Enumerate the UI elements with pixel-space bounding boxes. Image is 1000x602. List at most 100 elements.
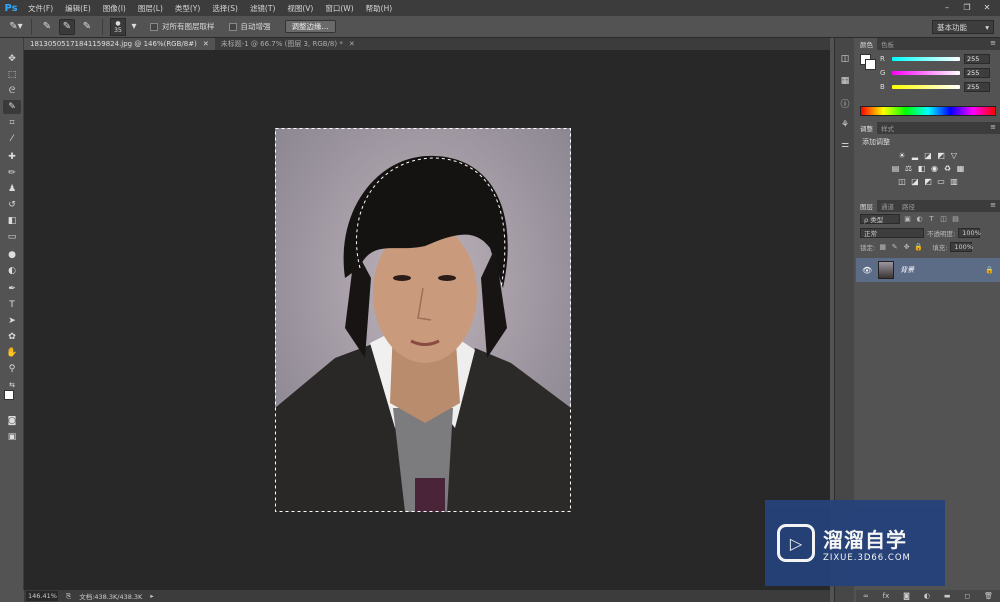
brush-panel-icon[interactable]: ⚘ <box>838 118 852 132</box>
b-value[interactable]: 255 <box>964 82 990 92</box>
photo-filter-icon[interactable]: ◉ <box>930 163 940 173</box>
fill-input[interactable]: 100% <box>950 242 973 252</box>
type-tool-icon[interactable]: T <box>3 298 21 312</box>
menu-type[interactable]: 类型(Y) <box>169 3 206 14</box>
eraser-tool-icon[interactable]: ◧ <box>3 214 21 228</box>
brush-picker[interactable]: ● 35 <box>110 17 126 36</box>
minimize-button[interactable]: – <box>938 1 956 13</box>
eye-icon[interactable]: 👁 <box>862 266 872 275</box>
new-layer-icon[interactable]: ◻ <box>964 592 970 600</box>
gradient-map-icon[interactable]: ▭ <box>936 176 946 186</box>
menu-image[interactable]: 图像(I) <box>97 3 132 14</box>
levels-icon[interactable]: ▂ <box>910 150 920 160</box>
tab-document-1[interactable]: 18130505171841159824.jpg @ 146%(RGB/8#) … <box>24 38 215 50</box>
tab-swatches[interactable]: 色板 <box>877 38 898 50</box>
g-slider-track[interactable] <box>892 71 960 75</box>
zoom-tool-icon[interactable]: ⚲ <box>3 362 21 376</box>
chevron-down-icon[interactable]: ▾ <box>130 19 138 35</box>
sample-all-layers-checkbox[interactable] <box>150 22 158 31</box>
posterize-icon[interactable]: ◪ <box>910 176 920 186</box>
blend-mode-select[interactable]: 正常 <box>860 228 924 238</box>
exposure-icon[interactable]: ◩ <box>936 150 946 160</box>
color-lookup-icon[interactable]: ▦ <box>956 163 966 173</box>
hue-saturation-icon[interactable]: ▤ <box>891 163 901 173</box>
fx-icon[interactable]: fx <box>883 592 890 600</box>
selective-color-icon[interactable]: ▥ <box>949 176 959 186</box>
adjustment-filter-icon[interactable]: ◐ <box>915 215 924 224</box>
brightness-icon[interactable]: ☀ <box>897 150 907 160</box>
panel-menu-icon[interactable]: ≡ <box>990 39 996 47</box>
tab-layers[interactable]: 图层 <box>856 200 877 212</box>
history-panel-icon[interactable]: ◫ <box>838 52 852 66</box>
document-image[interactable] <box>275 128 571 512</box>
threshold-icon[interactable]: ◩ <box>923 176 933 186</box>
slider-b[interactable]: B 255 <box>856 80 1000 94</box>
vibrance-icon[interactable]: ▽ <box>949 150 959 160</box>
lock-all-icon[interactable]: 🔒 <box>914 243 923 252</box>
history-brush-tool-icon[interactable]: ↺ <box>3 198 21 212</box>
invert-icon[interactable]: ◫ <box>897 176 907 186</box>
tool-presets-icon[interactable]: ⚌ <box>838 138 852 152</box>
restore-button[interactable]: ❐ <box>958 1 976 13</box>
menu-select[interactable]: 选择(S) <box>206 3 244 14</box>
clone-stamp-tool-icon[interactable]: ♟ <box>3 182 21 196</box>
b-slider-track[interactable] <box>892 85 960 89</box>
lock-position-icon[interactable]: ✥ <box>902 243 911 252</box>
type-filter-icon[interactable]: T <box>927 215 936 224</box>
sample-all-layers-option[interactable]: 对所有图层取样 <box>150 21 215 32</box>
quick-selection-tool-icon[interactable]: ✎ <box>3 100 21 114</box>
add-mask-icon[interactable]: ◙ <box>903 592 910 600</box>
link-layers-icon[interactable]: ∞ <box>863 592 869 600</box>
menu-file[interactable]: 文件(F) <box>22 3 59 14</box>
hand-tool-icon[interactable]: ✋ <box>3 346 21 360</box>
quick-mask-icon[interactable]: ◙ <box>3 414 21 428</box>
healing-brush-tool-icon[interactable]: ✚ <box>3 150 21 164</box>
layer-row-background[interactable]: 👁 背景 🔒 <box>856 258 1000 282</box>
menu-edit[interactable]: 编辑(E) <box>59 3 97 14</box>
black-white-icon[interactable]: ◧ <box>917 163 927 173</box>
shape-tool-icon[interactable]: ✿ <box>3 330 21 344</box>
screen-mode-icon[interactable]: ▣ <box>3 430 21 444</box>
new-selection-icon[interactable]: ✎ <box>39 19 55 35</box>
subtract-from-selection-icon[interactable]: ✎ <box>79 19 95 35</box>
menu-view[interactable]: 视图(V) <box>281 3 319 14</box>
properties-panel-icon[interactable]: ▦ <box>838 74 852 88</box>
auto-enhance-option[interactable]: 自动增强 <box>228 21 271 32</box>
pen-tool-icon[interactable]: ✒ <box>3 282 21 296</box>
shape-filter-icon[interactable]: ◫ <box>939 215 948 224</box>
color-ramp[interactable] <box>860 106 996 116</box>
trash-icon[interactable]: 🗑 <box>984 592 993 600</box>
channel-mixer-icon[interactable]: ♻ <box>943 163 953 173</box>
chevron-right-icon[interactable]: ▸ <box>150 592 153 600</box>
eyedropper-tool-icon[interactable]: ⁄ <box>3 132 21 146</box>
r-slider-track[interactable] <box>892 57 960 61</box>
tab-adjustments[interactable]: 调整 <box>856 122 877 134</box>
tab-document-2[interactable]: 未标题-1 @ 66.7% (图层 3, RGB/8) * ✕ <box>215 38 361 50</box>
add-to-selection-icon[interactable]: ✎ <box>59 18 75 35</box>
opacity-input[interactable]: 100% <box>958 228 981 238</box>
g-value[interactable]: 255 <box>964 68 990 78</box>
smart-object-filter-icon[interactable]: ▤ <box>951 215 960 224</box>
export-icon[interactable]: ⎘ <box>66 592 71 601</box>
zoom-level-field[interactable]: 146.41% <box>26 591 58 601</box>
gradient-tool-icon[interactable]: ▭ <box>3 230 21 244</box>
close-icon[interactable]: ✕ <box>203 40 209 48</box>
menu-help[interactable]: 帮助(H) <box>360 3 399 14</box>
lock-transparency-icon[interactable]: ▦ <box>878 243 887 252</box>
tab-paths[interactable]: 路径 <box>898 200 919 212</box>
auto-enhance-checkbox[interactable] <box>228 22 237 31</box>
close-icon[interactable]: ✕ <box>349 40 355 48</box>
panel-menu-icon[interactable]: ≡ <box>990 201 996 209</box>
panel-menu-icon[interactable]: ≡ <box>990 123 996 131</box>
pixel-filter-icon[interactable]: ▣ <box>903 215 912 224</box>
slider-r[interactable]: R 255 <box>856 52 1000 66</box>
background-color-swatch[interactable] <box>865 59 876 70</box>
color-balance-icon[interactable]: ⚖ <box>904 163 914 173</box>
slider-g[interactable]: G 255 <box>856 66 1000 80</box>
menu-window[interactable]: 窗口(W) <box>319 3 359 14</box>
brush-tool-icon[interactable]: ✏ <box>3 166 21 180</box>
refine-edge-button[interactable]: 调整边缘... <box>284 20 336 33</box>
blur-tool-icon[interactable]: ● <box>3 248 21 262</box>
workspace-select[interactable]: 基本功能 ▾ <box>932 20 994 34</box>
layer-kind-select[interactable]: ρ 类型 <box>860 214 900 224</box>
